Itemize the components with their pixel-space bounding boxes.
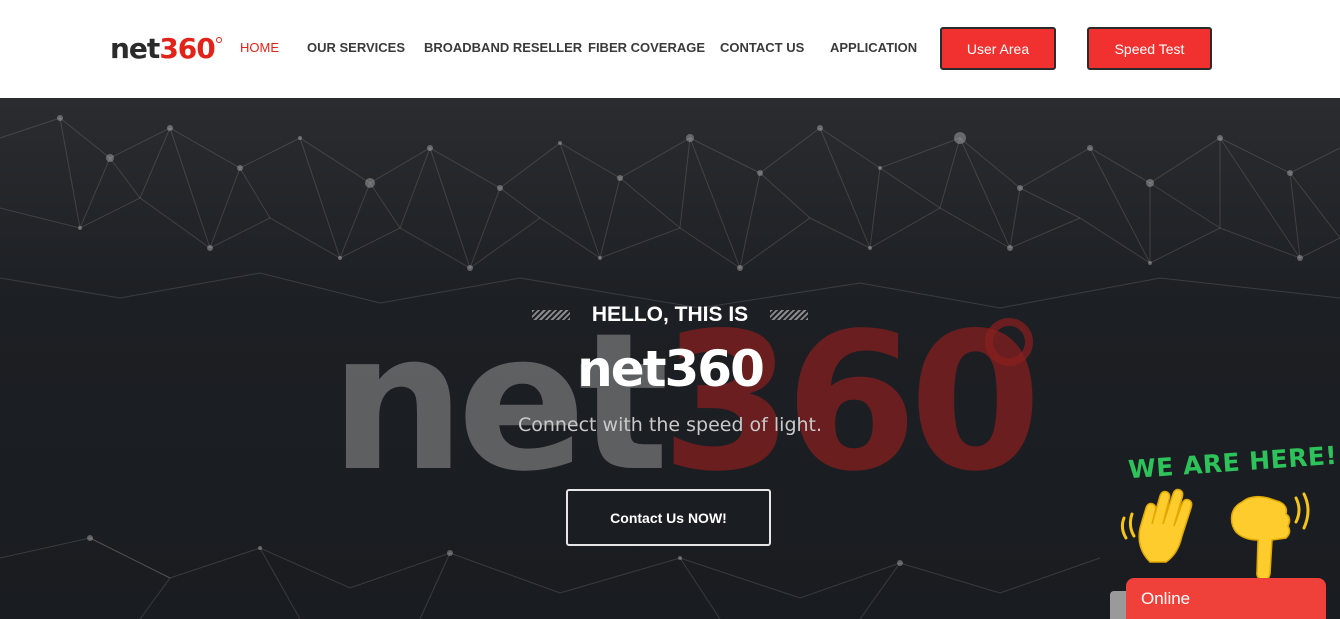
speed-test-button[interactable]: Speed Test: [1087, 27, 1212, 70]
nav-fiber-coverage[interactable]: FIBER COVERAGE: [588, 40, 705, 55]
nav-home[interactable]: HOME: [240, 40, 279, 55]
user-area-button[interactable]: User Area: [940, 27, 1056, 70]
stripe-decoration-right: [770, 310, 809, 320]
hero-intro: HELLO, THIS IS: [591, 303, 749, 326]
hero-background-logo: net360: [330, 308, 1042, 498]
stripe-decoration-left: [531, 310, 570, 320]
waving-hand-icon[interactable]: [1118, 478, 1218, 568]
contact-us-now-button[interactable]: Contact Us NOW!: [566, 489, 771, 546]
nav-our-services[interactable]: OUR SERVICES: [307, 40, 405, 55]
hero-intro-row: HELLO, THIS IS: [0, 303, 1340, 327]
hero-title: net360: [577, 340, 765, 398]
site-header: net 360 HOME OUR SERVICES BROADBAND RESEL…: [0, 0, 1340, 98]
pointing-down-icon[interactable]: [1222, 488, 1317, 583]
nav-contact-us[interactable]: CONTACT US: [720, 40, 804, 55]
nav-application[interactable]: APPLICATION: [830, 40, 917, 55]
logo-text-net: net: [110, 32, 160, 65]
chat-online-tab[interactable]: Online: [1126, 578, 1326, 619]
hero-subtitle: Connect with the speed of light.: [517, 414, 823, 436]
logo-ring-icon: [215, 37, 222, 43]
nav-broadband-reseller[interactable]: BROADBAND RESELLER: [424, 40, 582, 55]
logo-text-360: 360: [159, 32, 215, 65]
site-logo[interactable]: net 360: [110, 32, 222, 65]
